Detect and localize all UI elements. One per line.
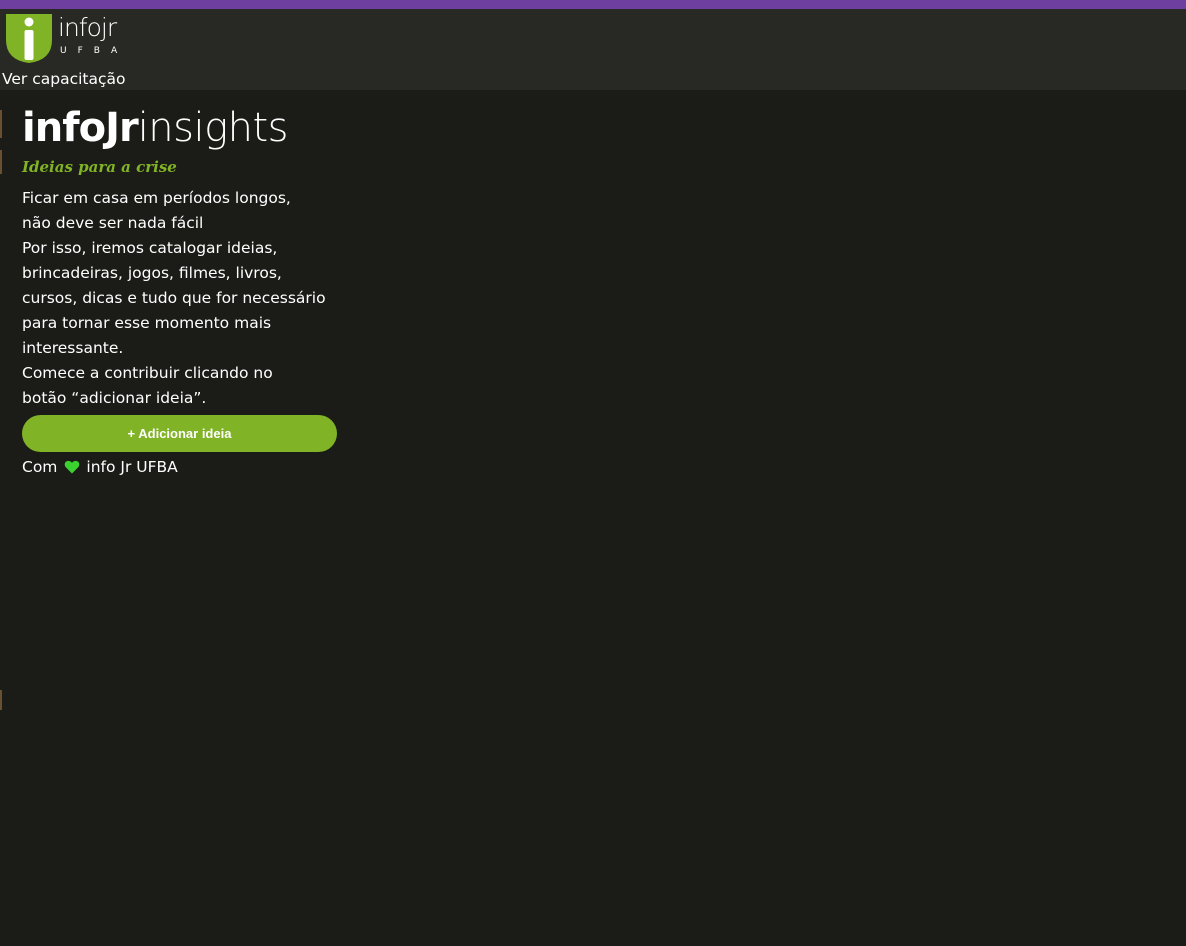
intro-line: interessante.	[22, 339, 124, 357]
footer-prefix: Com	[22, 458, 58, 476]
page-title: infoJrinsights	[22, 104, 362, 154]
home-logo-link[interactable]: infojr UFBA	[2, 10, 132, 64]
intro-line: botão “adicionar ideia”.	[22, 389, 207, 407]
left-edge-marks	[0, 90, 2, 710]
info-logo-icon	[6, 14, 52, 63]
footer-credit: Com info Jr UFBA	[22, 456, 362, 478]
intro-line: não deve ser nada fácil	[22, 214, 204, 232]
intro-line: Por isso, iremos catalogar ideias,	[22, 239, 278, 257]
intro-line: para tornar esse momento mais	[22, 314, 272, 332]
brand-title-bold: infoJr	[22, 105, 139, 151]
top-accent-bar	[0, 0, 1186, 9]
heart-icon	[65, 460, 80, 474]
intro-line: cursos, dicas e tudo que for necessário	[22, 289, 326, 307]
site-header: infojr UFBA Ver capacitação	[0, 9, 1186, 90]
intro-text: Ficar em casa em períodos longos, não de…	[22, 186, 362, 411]
intro-line: brincadeiras, jogos, filmes, livros,	[22, 264, 282, 282]
brand-title-light: insights	[137, 105, 289, 151]
logo-subtitle: UFBA	[60, 46, 129, 56]
intro-line: Ficar em casa em períodos longos,	[22, 189, 291, 207]
logo-wordmark: infojr	[58, 13, 117, 42]
tagline: Ideias para a crise	[22, 158, 177, 176]
footer-org-name: info Jr UFBA	[86, 458, 178, 476]
add-idea-button[interactable]: + Adicionar ideia	[22, 415, 337, 452]
intro-line: Comece a contribuir clicando no	[22, 364, 273, 382]
see-training-link[interactable]: Ver capacitação	[2, 69, 126, 89]
main-content: infoJrinsights Ideias para a crise Ficar…	[22, 104, 362, 478]
